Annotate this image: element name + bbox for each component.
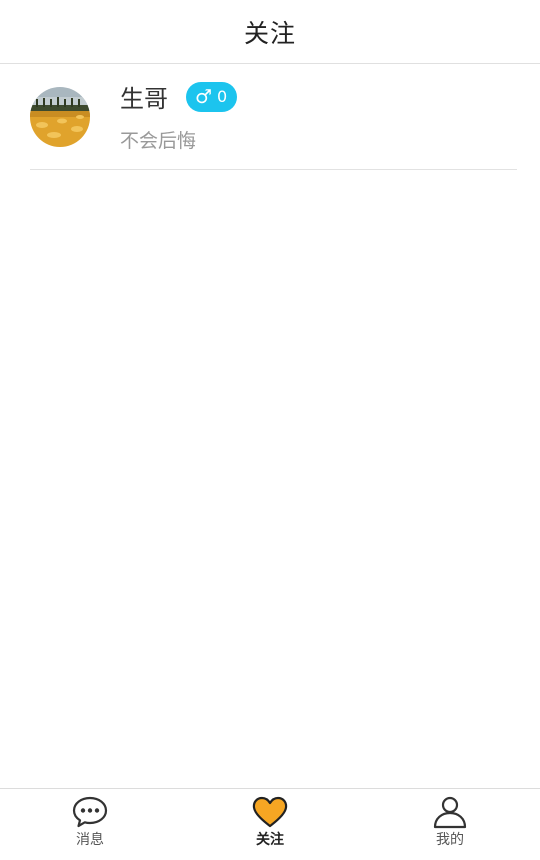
user-signature: 不会后悔 — [120, 130, 197, 152]
top-bar: 关注 — [0, 0, 540, 64]
tab-follow[interactable]: 关注 — [180, 789, 360, 860]
tab-label: 我的 — [436, 832, 464, 848]
follow-list: 生哥 ♂ 0 不会后悔 — [0, 64, 540, 170]
heart-icon — [251, 795, 289, 829]
tab-label: 消息 — [76, 832, 104, 848]
chat-bubble-icon — [71, 795, 109, 829]
gender-count: 0 — [217, 87, 228, 106]
tab-profile[interactable]: 我的 — [360, 789, 540, 860]
tab-label: 关注 — [256, 832, 284, 848]
bottom-tab-bar: 消息 关注 我的 — [0, 788, 540, 860]
avatar[interactable] — [30, 87, 90, 147]
male-icon: ♂ — [195, 86, 213, 108]
list-item[interactable]: 生哥 ♂ 0 不会后悔 — [30, 64, 517, 170]
avatar-image — [30, 87, 90, 147]
person-icon — [431, 795, 469, 829]
gender-badge: ♂ 0 — [186, 82, 238, 112]
user-name: 生哥 — [120, 85, 168, 113]
page-title: 关注 — [243, 18, 296, 48]
tab-messages[interactable]: 消息 — [0, 789, 180, 860]
